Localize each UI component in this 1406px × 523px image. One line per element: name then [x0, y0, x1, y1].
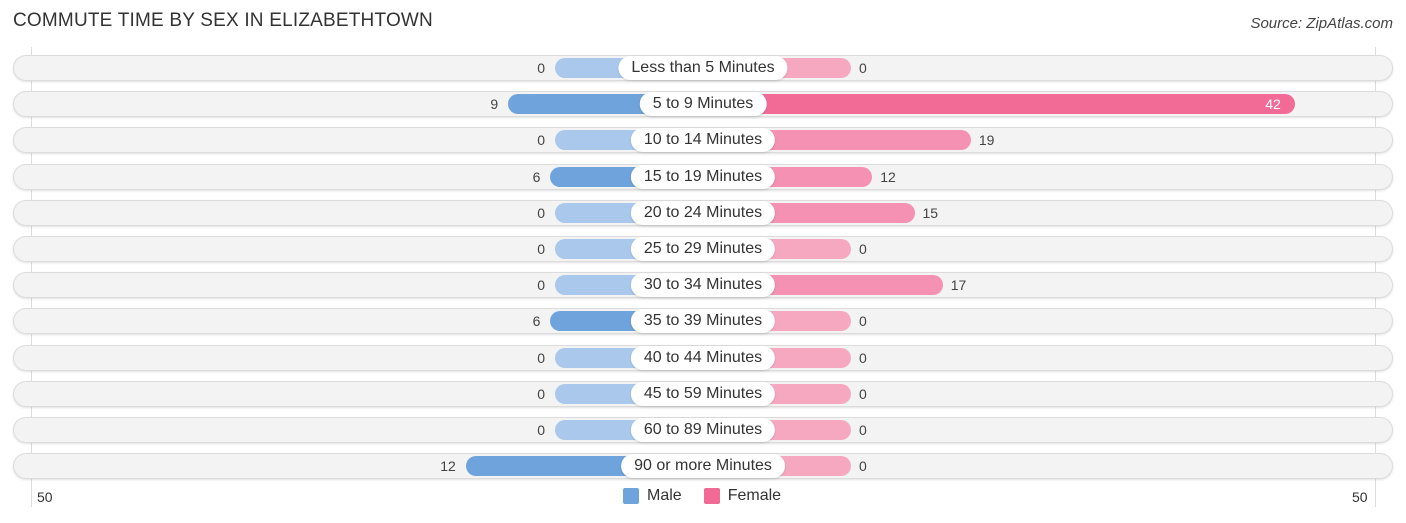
- category-label: 5 to 9 Minutes: [639, 92, 767, 117]
- category-label: 25 to 29 Minutes: [630, 237, 776, 261]
- category-label: 90 or more Minutes: [621, 454, 785, 479]
- value-label-male: 6: [532, 313, 541, 330]
- value-label-female: 12: [880, 168, 896, 185]
- value-label-female: 0: [859, 349, 867, 366]
- legend-label-female: Female: [727, 487, 782, 504]
- value-label-male: 0: [537, 349, 545, 366]
- value-label-male: 0: [537, 422, 545, 438]
- value-label-female: 0: [859, 313, 867, 330]
- value-label-female: 42: [1265, 96, 1281, 113]
- value-label-male: 0: [537, 204, 545, 221]
- value-label-male: 0: [537, 277, 545, 294]
- value-label-male: 0: [537, 385, 545, 402]
- category-label: 20 to 24 Minutes: [630, 200, 776, 225]
- value-label-female: 17: [950, 277, 967, 294]
- value-label-male: 12: [440, 458, 456, 475]
- value-label-male: 0: [537, 60, 545, 76]
- category-label: 60 to 89 Minutes: [630, 418, 776, 442]
- category-label: 35 to 39 Minutes: [630, 309, 776, 334]
- category-label: 15 to 19 Minutes: [630, 164, 776, 189]
- bar-female: [703, 94, 1296, 115]
- value-label-male: 0: [537, 241, 545, 257]
- category-label: 10 to 14 Minutes: [630, 128, 776, 153]
- value-label-female: 0: [859, 385, 867, 402]
- category-label: 45 to 59 Minutes: [630, 381, 776, 406]
- legend-label-male: Male: [647, 487, 682, 504]
- value-label-female: 15: [922, 204, 939, 221]
- value-label-female: 19: [978, 132, 995, 149]
- axis-label-left: 50: [37, 489, 53, 505]
- value-label-male: 9: [490, 96, 499, 113]
- value-label-female: 0: [859, 60, 867, 76]
- value-label-female: 0: [859, 458, 867, 475]
- value-label-female: 0: [859, 422, 867, 438]
- value-label-male: 6: [532, 168, 541, 185]
- legend-swatch-female: [703, 488, 720, 504]
- axis-label-right: 50: [1352, 489, 1368, 505]
- value-label-male: 0: [537, 132, 545, 149]
- category-label: Less than 5 Minutes: [618, 56, 788, 80]
- category-label: 30 to 34 Minutes: [630, 273, 776, 298]
- value-label-female: 0: [859, 241, 867, 257]
- source-label: Source: ZipAtlas.com: [1250, 15, 1393, 32]
- category-label: 40 to 44 Minutes: [630, 345, 776, 370]
- chart-title: COMMUTE TIME BY SEX IN ELIZABETHTOWN: [13, 10, 433, 31]
- legend-swatch-male: [623, 488, 639, 504]
- legend: Male Female: [623, 487, 781, 505]
